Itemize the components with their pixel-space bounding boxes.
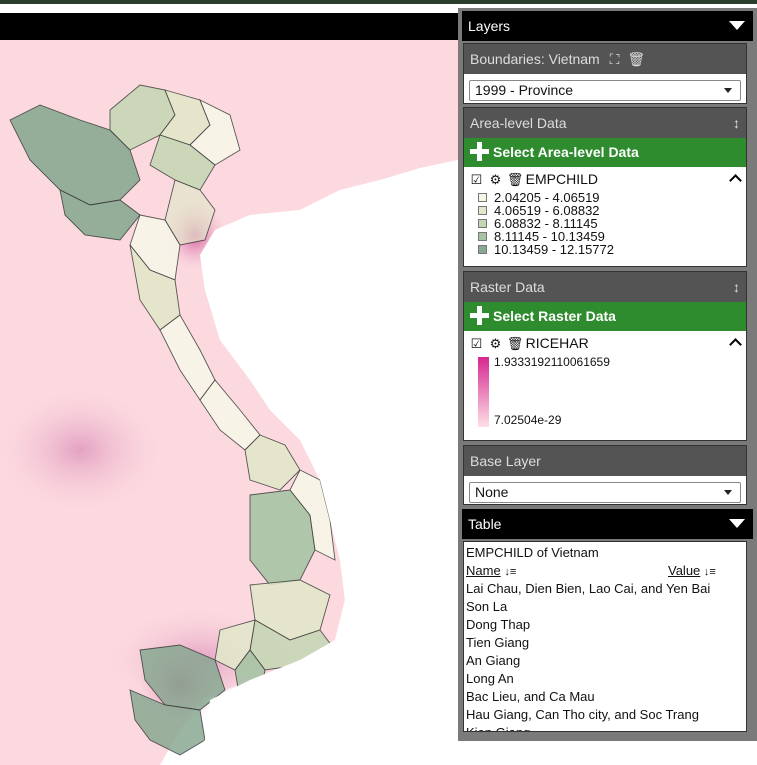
base-layer-title: Base Layer [470,453,541,469]
raster-data-title: Raster Data [470,279,545,295]
table-header[interactable]: Table [462,509,753,539]
table-caption: EMPCHILD of Vietnam [466,545,599,560]
sort-icon[interactable]: ↓≡ [504,566,516,578]
legend-label: 10.13459 - 12.15772 [494,242,614,257]
chevron-up-icon[interactable] [729,174,742,187]
select-raster-data-button[interactable]: Select Raster Data [464,302,746,331]
base-layer-select-value: None [475,484,509,500]
area-layer-name: EMPCHILD [525,171,599,187]
trash-icon[interactable]: 🗑 [627,51,645,67]
sort-icon[interactable]: ↓≡ [704,566,716,578]
collapse-caret-icon[interactable] [729,519,745,528]
boundaries-title: Boundaries: Vietnam [470,51,600,67]
top-accent-line [0,0,757,4]
name-column-header[interactable]: Name [466,563,501,578]
raster-max-label: 1.9333192110061659 [494,355,610,369]
plus-icon [470,306,489,325]
table-row[interactable]: Dong Thap [466,616,744,634]
legend-swatch [478,206,487,215]
table-row[interactable]: Tien Giang [466,634,744,652]
boundaries-select-value: 1999 - Province [475,82,574,98]
table-row[interactable]: Long An [466,670,744,688]
map-view[interactable] [0,40,458,765]
select-area-data-label: Select Area-level Data [493,144,639,160]
raster-data-header: Raster Data ↕ [464,272,746,302]
layers-header[interactable]: Layers [462,11,753,41]
boundaries-box: Boundaries: Vietnam ⛶ 🗑 1999 - Province [463,43,747,104]
table-row[interactable]: Son La [466,598,744,616]
raster-layer-name: RICEHAR [525,335,589,351]
area-data-header: Area-level Data ↕ [464,108,746,138]
legend-swatch [478,232,487,241]
area-layer-row: ☑ ⚙ 🗑 EMPCHILD [464,167,746,191]
raster-gradient-bar [478,357,489,427]
raster-layer-row: ☑ ⚙ 🗑 RICEHAR [464,331,746,355]
legend-swatch [478,193,487,202]
table-row[interactable]: Kien Giang [466,724,744,731]
dropdown-arrow-icon [724,490,732,495]
raster-legend: 1.9333192110061659 7.02504e-29 [464,355,746,435]
gear-icon[interactable]: ⚙ [488,168,503,192]
table-box: EMPCHILD of Vietnam Name ↓≡ Value ↓≡ Lai… [463,541,747,732]
table-rows: Lai Chau, Dien Bien, Lao Cai, and Yen Ba… [466,580,744,731]
legend-swatch [478,245,487,254]
map-toolbar [0,13,458,40]
layers-header-title: Layers [468,18,511,34]
boundaries-select[interactable]: 1999 - Province [469,80,741,101]
base-layer-box: Base Layer None [463,445,747,505]
area-data-title: Area-level Data [470,115,567,131]
area-legend: 2.04205 - 4.06519 4.06519 - 6.08832 6.0883… [464,191,746,256]
checkbox-edit-icon[interactable]: ☑ [469,168,484,192]
table-row[interactable]: Bac Lieu, and Ca Mau [466,688,744,706]
resize-icon[interactable]: ↕ [733,108,740,138]
base-layer-header: Base Layer [464,446,746,476]
trash-icon[interactable]: 🗑 [507,332,524,356]
boundaries-header: Boundaries: Vietnam ⛶ 🗑 [464,44,746,74]
table-row[interactable]: Hau Giang, Can Tho city, and Soc Trang [466,706,744,724]
table-column-headers: Name ↓≡ Value ↓≡ [466,562,744,580]
trash-icon[interactable]: 🗑 [507,168,524,192]
chevron-up-icon[interactable] [729,338,742,351]
plus-icon [470,142,489,161]
legend-swatch [478,219,487,228]
raster-min-label: 7.02504e-29 [494,413,562,427]
raster-data-box: Raster Data ↕ Select Raster Data ☑ ⚙ 🗑 R… [463,271,747,441]
layers-panel: Layers Boundaries: Vietnam ⛶ 🗑 1999 - Pr… [458,8,757,741]
legend-item: 10.13459 - 12.15772 [464,243,746,256]
select-area-data-button[interactable]: Select Area-level Data [464,138,746,167]
select-raster-data-label: Select Raster Data [493,308,616,324]
collapse-caret-icon[interactable] [729,21,745,30]
base-layer-select[interactable]: None [469,482,741,503]
area-data-box: Area-level Data ↕ Select Area-level Data… [463,107,747,267]
value-column-header[interactable]: Value [668,563,700,578]
raster-hotspot-central [0,390,160,510]
table-row[interactable]: Lai Chau, Dien Bien, Lao Cai, and Yen Ba… [466,580,744,598]
resize-icon[interactable]: ↕ [733,272,740,302]
gear-icon[interactable]: ⚙ [488,332,503,356]
zoom-extent-icon[interactable]: ⛶ [610,51,620,67]
table-row[interactable]: An Giang [466,652,744,670]
dropdown-arrow-icon [724,88,732,93]
checkbox-edit-icon[interactable]: ☑ [469,332,484,356]
table-header-title: Table [468,516,502,532]
